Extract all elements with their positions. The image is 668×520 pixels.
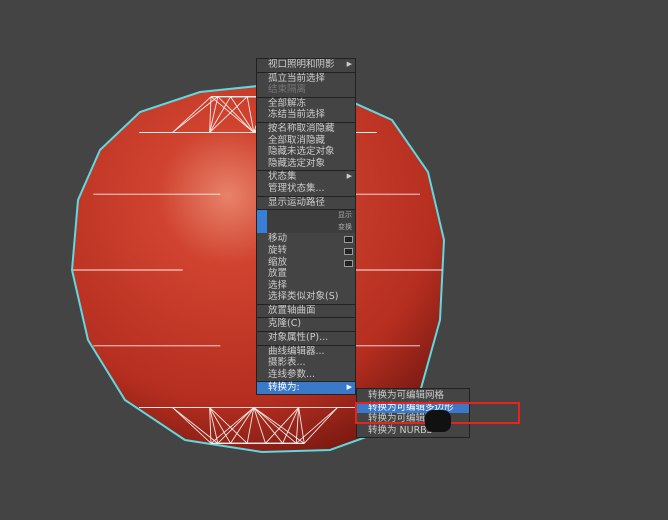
- menu-item-label: 全部解冻: [268, 97, 307, 109]
- quad-label: 变换: [338, 222, 352, 231]
- quad-color-swatch: [257, 210, 267, 222]
- menu-item[interactable]: 放置轴曲面: [257, 303, 355, 317]
- menu-item[interactable]: 隐藏选定对象: [257, 158, 355, 170]
- menu-item-label: 孤立当前选择: [268, 72, 326, 84]
- menu-item[interactable]: 孤立当前选择: [257, 71, 355, 85]
- menu-item[interactable]: 显示: [257, 209, 355, 222]
- menu-item[interactable]: 隐藏未选定对象: [257, 146, 355, 158]
- submenu-item[interactable]: 转换为可编辑网格: [357, 390, 469, 402]
- menu-item[interactable]: 缩放: [257, 257, 355, 269]
- menu-item-label: 放置轴曲面: [268, 304, 316, 316]
- menu-item-label: 视口照明和阴影: [268, 59, 335, 70]
- settings-box-icon[interactable]: [344, 236, 353, 244]
- menu-item[interactable]: 按名称取消隐藏: [257, 121, 355, 135]
- menu-item-label: 隐藏选定对象: [268, 157, 326, 169]
- menu-item-label: 对象属性(P)...: [268, 332, 329, 344]
- mouse-cursor-icon: [425, 410, 451, 432]
- menu-item[interactable]: 摄影表...: [257, 357, 355, 369]
- menu-item[interactable]: 放置: [257, 268, 355, 280]
- quad-color-swatch: [257, 221, 267, 234]
- menu-item-label: 移动: [268, 233, 288, 245]
- submenu-arrow-icon: ▶: [346, 383, 352, 392]
- menu-item-label: 显示运动路径: [268, 196, 326, 208]
- menu-item-label: 连线参数...: [268, 368, 316, 380]
- menu-item-label: 选择类似对象(S): [268, 291, 339, 303]
- menu-item[interactable]: 显示运动路径: [257, 195, 355, 209]
- menu-item[interactable]: 转换为: ▶: [257, 381, 355, 395]
- menu-item-label: 按名称取消隐藏: [268, 122, 335, 134]
- menu-item[interactable]: 克隆(C): [257, 317, 355, 330]
- menu-item[interactable]: 全部取消隐藏: [257, 135, 355, 147]
- menu-item[interactable]: 选择: [257, 280, 355, 292]
- menu-item[interactable]: 状态集 ▶: [257, 170, 355, 183]
- submenu-arrow-icon: ▶: [346, 172, 352, 181]
- submenu-arrow-icon: ▶: [346, 60, 352, 68]
- quad-label: 显示: [338, 211, 352, 220]
- menu-item[interactable]: 管理状态集...: [257, 183, 355, 195]
- menu-item-label: 旋转: [268, 244, 288, 256]
- menu-item-label: 管理状态集...: [268, 182, 325, 194]
- menu-item[interactable]: 全部解冻: [257, 96, 355, 110]
- menu-item-label: 状态集: [268, 171, 297, 183]
- menu-item-label: 转换为:: [268, 382, 300, 394]
- menu-item[interactable]: 选择类似对象(S): [257, 291, 355, 303]
- menu-item-label: 选择: [268, 279, 288, 291]
- settings-box-icon[interactable]: [344, 247, 353, 255]
- menu-item[interactable]: 连线参数...: [257, 369, 355, 381]
- menu-item[interactable]: 曲线编辑器...: [257, 344, 355, 358]
- submenu-item[interactable]: 转换为 NURBS: [357, 425, 469, 437]
- menu-item-label: 克隆(C): [268, 318, 302, 330]
- menu-item-label: 缩放: [268, 256, 288, 268]
- menu-item-label: 隐藏未选定对象: [268, 146, 335, 158]
- quad-context-menu: 视口照明和阴影 ▶ 孤立当前选择 结束隔离 全部解冻 冻结当前选择 按名称取消隐藏 全部取消隐…: [256, 58, 356, 396]
- menu-item[interactable]: 变换: [257, 221, 355, 234]
- menu-item-label: 转换为可编辑网格: [368, 390, 445, 401]
- menu-item[interactable]: 结束隔离: [257, 84, 355, 96]
- menu-item-label: 放置: [268, 268, 288, 280]
- menu-item-label: 曲线编辑器...: [268, 345, 325, 357]
- menu-item-label: 摄影表...: [268, 357, 306, 369]
- menu-item[interactable]: 对象属性(P)...: [257, 331, 355, 344]
- menu-item-label: 结束隔离: [268, 84, 307, 96]
- menu-item[interactable]: 冻结当前选择: [257, 109, 355, 121]
- menu-item[interactable]: 视口照明和阴影 ▶: [257, 59, 355, 71]
- menu-item[interactable]: 旋转: [257, 245, 355, 257]
- settings-box-icon[interactable]: [344, 259, 353, 267]
- menu-item[interactable]: 移动: [257, 233, 355, 245]
- menu-item-label: 全部取消隐藏: [268, 134, 326, 146]
- menu-item-label: 冻结当前选择: [268, 109, 326, 121]
- menu-item-label: 转换为 NURBS: [368, 424, 433, 436]
